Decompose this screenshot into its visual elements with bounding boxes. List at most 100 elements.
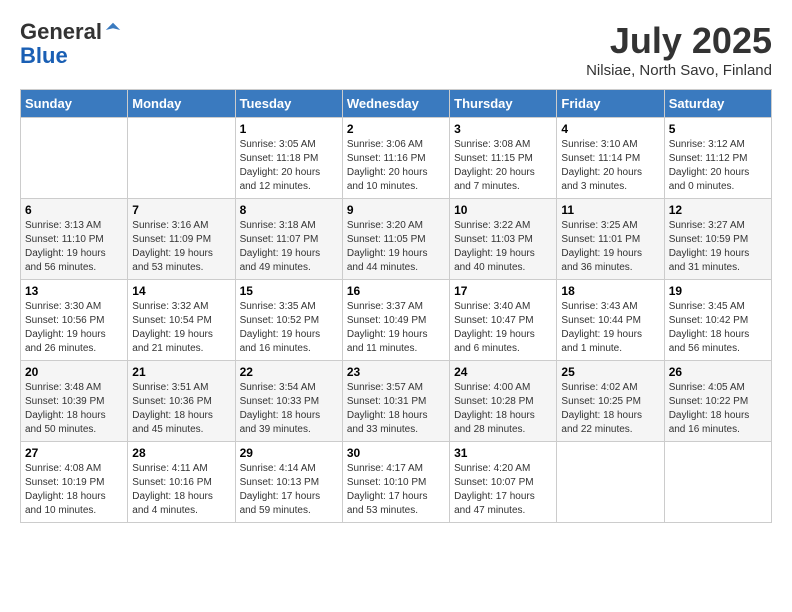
weekday-header-thursday: Thursday <box>450 90 557 118</box>
day-number: 17 <box>454 284 552 298</box>
day-number: 31 <box>454 446 552 460</box>
calendar-cell: 17 Sunrise: 3:40 AM Sunset: 10:47 PM Dayl… <box>450 280 557 361</box>
calendar-cell: 19 Sunrise: 3:45 AM Sunset: 10:42 PM Dayl… <box>664 280 771 361</box>
day-number: 5 <box>669 122 767 136</box>
day-info: Sunrise: 3:32 AM Sunset: 10:54 PM Daylig… <box>132 300 230 356</box>
calendar-cell <box>21 118 128 199</box>
week-row-2: 6Sunrise: 3:13 AM Sunset: 11:10 PM Dayli… <box>21 199 772 280</box>
day-number: 24 <box>454 365 552 379</box>
calendar-cell: 18Sunrise: 3:43 AM Sunset: 10:44 PM Dayl… <box>557 280 664 361</box>
day-number: 13 <box>25 284 123 298</box>
day-info: Sunrise: 3:30 AM Sunset: 10:56 PM Daylig… <box>25 300 123 356</box>
calendar-cell: 12 Sunrise: 3:27 AM Sunset: 10:59 PM Dayl… <box>664 199 771 280</box>
day-number: 23 <box>347 365 445 379</box>
calendar-cell: 16Sunrise: 3:37 AM Sunset: 10:49 PM Dayl… <box>342 280 449 361</box>
day-number: 29 <box>240 446 338 460</box>
weekday-header-saturday: Saturday <box>664 90 771 118</box>
calendar-cell: 13 Sunrise: 3:30 AM Sunset: 10:56 PM Dayl… <box>21 280 128 361</box>
calendar-cell: 10 Sunrise: 3:22 AM Sunset: 11:03 PM Dayl… <box>450 199 557 280</box>
day-info: Sunrise: 4:02 AM Sunset: 10:25 PM Daylig… <box>561 381 659 437</box>
day-info: Sunrise: 4:08 AM Sunset: 10:19 PM Daylig… <box>25 462 123 518</box>
title-block: July 2025 Nilsiae, North Savo, Finland <box>586 20 772 79</box>
calendar-cell: 25 Sunrise: 4:02 AM Sunset: 10:25 PM Dayl… <box>557 361 664 442</box>
day-number: 3 <box>454 122 552 136</box>
calendar-cell <box>557 442 664 523</box>
week-row-1: 1 Sunrise: 3:05 AM Sunset: 11:18 PM Dayli… <box>21 118 772 199</box>
day-number: 20 <box>25 365 123 379</box>
calendar-cell: 6Sunrise: 3:13 AM Sunset: 11:10 PM Dayli… <box>21 199 128 280</box>
logo-bird-icon <box>104 21 122 39</box>
weekday-header-friday: Friday <box>557 90 664 118</box>
calendar-cell: 20 Sunrise: 3:48 AM Sunset: 10:39 PM Dayl… <box>21 361 128 442</box>
day-number: 10 <box>454 203 552 217</box>
day-number: 18 <box>561 284 659 298</box>
day-number: 15 <box>240 284 338 298</box>
day-info: Sunrise: 3:22 AM Sunset: 11:03 PM Daylig… <box>454 219 552 275</box>
logo-blue-text: Blue <box>20 43 68 68</box>
day-info: Sunrise: 3:13 AM Sunset: 11:10 PM Daylig… <box>25 219 123 275</box>
day-number: 22 <box>240 365 338 379</box>
day-info: Sunrise: 3:05 AM Sunset: 11:18 PM Daylig… <box>240 138 338 194</box>
day-number: 2 <box>347 122 445 136</box>
day-number: 28 <box>132 446 230 460</box>
weekday-header-tuesday: Tuesday <box>235 90 342 118</box>
day-number: 9 <box>347 203 445 217</box>
day-info: Sunrise: 3:35 AM Sunset: 10:52 PM Daylig… <box>240 300 338 356</box>
week-row-4: 20 Sunrise: 3:48 AM Sunset: 10:39 PM Dayl… <box>21 361 772 442</box>
weekday-header-monday: Monday <box>128 90 235 118</box>
day-info: Sunrise: 3:51 AM Sunset: 10:36 PM Daylig… <box>132 381 230 437</box>
day-info: Sunrise: 3:08 AM Sunset: 11:15 PM Daylig… <box>454 138 552 194</box>
location: Nilsiae, North Savo, Finland <box>586 62 772 79</box>
calendar-cell: 15 Sunrise: 3:35 AM Sunset: 10:52 PM Dayl… <box>235 280 342 361</box>
calendar-cell: 29 Sunrise: 4:14 AM Sunset: 10:13 PM Dayl… <box>235 442 342 523</box>
calendar-cell: 2Sunrise: 3:06 AM Sunset: 11:16 PM Dayli… <box>342 118 449 199</box>
day-info: Sunrise: 4:05 AM Sunset: 10:22 PM Daylig… <box>669 381 767 437</box>
day-info: Sunrise: 3:54 AM Sunset: 10:33 PM Daylig… <box>240 381 338 437</box>
calendar-cell: 27Sunrise: 4:08 AM Sunset: 10:19 PM Dayl… <box>21 442 128 523</box>
day-number: 30 <box>347 446 445 460</box>
calendar-cell: 21Sunrise: 3:51 AM Sunset: 10:36 PM Dayl… <box>128 361 235 442</box>
day-number: 19 <box>669 284 767 298</box>
logo-general-text: General <box>20 19 102 44</box>
day-info: Sunrise: 3:57 AM Sunset: 10:31 PM Daylig… <box>347 381 445 437</box>
weekday-header-row: SundayMondayTuesdayWednesdayThursdayFrid… <box>21 90 772 118</box>
day-number: 12 <box>669 203 767 217</box>
calendar-cell: 22 Sunrise: 3:54 AM Sunset: 10:33 PM Dayl… <box>235 361 342 442</box>
day-number: 11 <box>561 203 659 217</box>
day-info: Sunrise: 4:11 AM Sunset: 10:16 PM Daylig… <box>132 462 230 518</box>
day-info: Sunrise: 3:27 AM Sunset: 10:59 PM Daylig… <box>669 219 767 275</box>
calendar-cell: 24 Sunrise: 4:00 AM Sunset: 10:28 PM Dayl… <box>450 361 557 442</box>
calendar-cell: 9 Sunrise: 3:20 AM Sunset: 11:05 PM Dayli… <box>342 199 449 280</box>
weekday-header-sunday: Sunday <box>21 90 128 118</box>
month-title: July 2025 <box>586 20 772 62</box>
calendar-cell <box>664 442 771 523</box>
calendar-cell: 26Sunrise: 4:05 AM Sunset: 10:22 PM Dayl… <box>664 361 771 442</box>
calendar-table: SundayMondayTuesdayWednesdayThursdayFrid… <box>20 89 772 523</box>
calendar-cell: 7Sunrise: 3:16 AM Sunset: 11:09 PM Dayli… <box>128 199 235 280</box>
calendar-cell: 8Sunrise: 3:18 AM Sunset: 11:07 PM Dayli… <box>235 199 342 280</box>
day-info: Sunrise: 4:00 AM Sunset: 10:28 PM Daylig… <box>454 381 552 437</box>
day-number: 7 <box>132 203 230 217</box>
weekday-header-wednesday: Wednesday <box>342 90 449 118</box>
week-row-3: 13 Sunrise: 3:30 AM Sunset: 10:56 PM Dayl… <box>21 280 772 361</box>
day-info: Sunrise: 4:17 AM Sunset: 10:10 PM Daylig… <box>347 462 445 518</box>
day-info: Sunrise: 4:20 AM Sunset: 10:07 PM Daylig… <box>454 462 552 518</box>
day-number: 25 <box>561 365 659 379</box>
day-info: Sunrise: 4:14 AM Sunset: 10:13 PM Daylig… <box>240 462 338 518</box>
calendar-cell: 11 Sunrise: 3:25 AM Sunset: 11:01 PM Dayl… <box>557 199 664 280</box>
day-number: 1 <box>240 122 338 136</box>
day-number: 16 <box>347 284 445 298</box>
calendar-cell: 4Sunrise: 3:10 AM Sunset: 11:14 PM Dayli… <box>557 118 664 199</box>
page-header: General Blue July 2025 Nilsiae, North Sa… <box>20 20 772 79</box>
calendar-cell <box>128 118 235 199</box>
day-info: Sunrise: 3:48 AM Sunset: 10:39 PM Daylig… <box>25 381 123 437</box>
day-info: Sunrise: 3:40 AM Sunset: 10:47 PM Daylig… <box>454 300 552 356</box>
calendar-cell: 1 Sunrise: 3:05 AM Sunset: 11:18 PM Dayli… <box>235 118 342 199</box>
day-info: Sunrise: 3:45 AM Sunset: 10:42 PM Daylig… <box>669 300 767 356</box>
week-row-5: 27Sunrise: 4:08 AM Sunset: 10:19 PM Dayl… <box>21 442 772 523</box>
day-info: Sunrise: 3:20 AM Sunset: 11:05 PM Daylig… <box>347 219 445 275</box>
day-info: Sunrise: 3:25 AM Sunset: 11:01 PM Daylig… <box>561 219 659 275</box>
day-number: 14 <box>132 284 230 298</box>
calendar-cell: 23 Sunrise: 3:57 AM Sunset: 10:31 PM Dayl… <box>342 361 449 442</box>
calendar-cell: 30 Sunrise: 4:17 AM Sunset: 10:10 PM Dayl… <box>342 442 449 523</box>
